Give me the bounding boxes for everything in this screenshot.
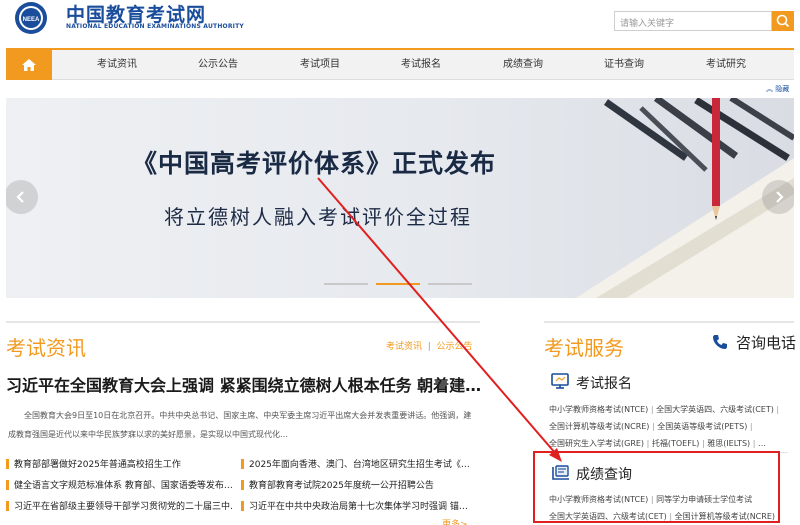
double-chevron-up-icon: ︽ [766,85,773,93]
nav-item-research[interactable]: 考试研究 [706,50,746,80]
news-section-title: 考试资讯 [6,336,86,360]
news-list-item[interactable]: 教育部部署做好2025年普通高校招生工作 [6,457,234,470]
news-headline[interactable]: 习近平在全国教育大会上强调 紧紧围绕立德树人根本任务 朝着建… [6,372,480,396]
hide-banner-label: 隐藏 [775,85,790,93]
reg-link-cet[interactable]: 全国大学英语四、六级考试(CET) [656,405,774,414]
main-nav: 考试资讯 公示公告 考试项目 考试报名 成绩查询 证书查询 考试研究 [6,50,794,80]
neea-logo[interactable]: NEEA [6,0,56,36]
search-button[interactable] [772,11,794,31]
services-section-divider [544,321,794,323]
reg-link-ielts[interactable]: 雅思(IELTS) [707,439,750,448]
news-list-item[interactable]: 教育部教育考试院2025年度统一公开招聘公告 [241,478,473,491]
consult-phone-label[interactable]: 咨询电话 [736,332,796,353]
banner-pencils-image [576,98,794,298]
search-input[interactable]: 请输入关键字 [614,11,772,31]
nav-item-exams[interactable]: 考试项目 [300,50,340,80]
registration-title[interactable]: 考试报名 [576,373,632,393]
reg-link-ntce[interactable]: 中小学教师资格考试(NTCE) [549,405,648,414]
nav-item-news[interactable]: 考试资讯 [97,50,137,80]
home-icon [22,59,36,71]
hero-banner[interactable]: 《中国高考评价体系》正式发布 将立德树人融入考试评价全过程 [6,98,794,298]
monitor-icon [551,373,569,389]
nav-item-scores[interactable]: 成绩查询 [503,50,543,80]
phone-icon [713,335,727,349]
home-button[interactable] [6,50,52,80]
hide-banner-link[interactable]: ︽ 隐藏 [766,84,789,94]
site-logo-subtitle: NATIONAL EDUCATION EXAMINATIONS AUTHORIT… [66,23,244,30]
banner-next-button[interactable] [762,180,794,214]
news-list-item[interactable]: 2025年面向香港、澳门、台湾地区研究生招生考试《… [241,457,473,470]
services-section-title: 考试服务 [544,336,624,360]
nav-item-notices[interactable]: 公示公告 [198,50,238,80]
banner-dot-2[interactable] [376,283,420,285]
search-icon [776,14,790,28]
news-tabs: 考试资讯 | 公示公告 [386,339,473,352]
news-section-divider [6,321,480,323]
registration-links: 中小学教师资格考试(NTCE) | 全国大学英语四、六级考试(CET) | 全国… [549,405,780,448]
reg-link-ncre[interactable]: 全国计算机等级考试(NCRE) [549,422,649,431]
banner-dot-1[interactable] [324,283,368,285]
scores-highlight-box [533,451,780,523]
news-more-link[interactable]: 更多> [442,517,468,525]
reg-link-toefl[interactable]: 托福(TOEFL) [652,439,700,448]
chevron-left-icon [16,191,24,203]
banner-title: 《中国高考评价体系》正式发布 [132,149,497,178]
news-list-item[interactable]: 习近平在省部级主要领导干部学习贯彻党的二十届三中… [6,499,234,512]
reg-link-gre[interactable]: 全国研究生入学考试(GRE) [549,439,644,448]
reg-link-pets[interactable]: 全国英语等级考试(PETS) [657,422,747,431]
news-list-item[interactable]: 习近平在中共中央政治局第十七次集体学习时强调 锚… [241,499,473,512]
tab-news[interactable]: 考试资讯 [386,342,422,352]
banner-prev-button[interactable] [6,180,38,214]
reg-link-more[interactable]: … [758,439,766,448]
banner-dot-3[interactable] [428,283,472,285]
tab-separator: | [427,342,431,352]
tab-notices[interactable]: 公示公告 [437,342,473,352]
logo-seal-text: NEEA [23,17,40,23]
news-summary: 全国教育大会9日至10日在北京召开。中共中央总书记、国家主席、中央军委主席习近平… [8,411,472,439]
chevron-right-icon [776,191,784,203]
nav-item-registration[interactable]: 考试报名 [401,50,441,80]
news-list-item[interactable]: 健全语言文字规范标准体系 教育部、国家语委等发布… [6,478,234,491]
banner-subtitle: 将立德树人融入考试评价全过程 [164,205,472,229]
nav-item-certificates[interactable]: 证书查询 [604,50,644,80]
